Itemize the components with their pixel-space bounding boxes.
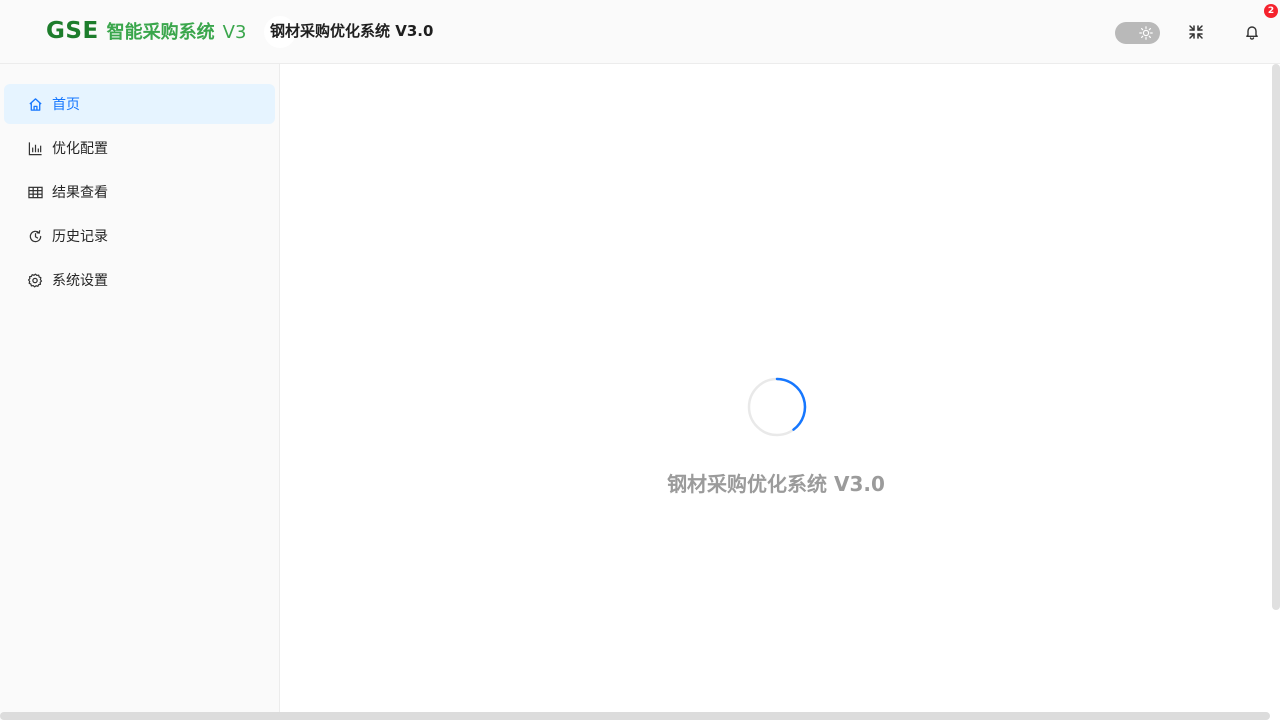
sidebar-item-home[interactable]: 首页 [4, 84, 275, 124]
fullscreen-icon [1188, 24, 1204, 44]
sun-icon [1138, 25, 1154, 41]
page-title: 钢材采购优化系统 V3.0 [270, 22, 434, 40]
sidebar-item-label: 结果查看 [52, 185, 108, 201]
sidebar-item-label: 优化配置 [52, 141, 108, 157]
logo-version: V3 [222, 22, 247, 43]
gear-icon [27, 272, 43, 288]
app-root: GSE 智能采购系统 V3 钢材采购优化系统 V3.0 2 首页 优化配置 结果… [0, 0, 1280, 720]
history-icon [27, 228, 43, 244]
sidebar-item-label: 首页 [52, 97, 80, 113]
bell-icon [1244, 24, 1260, 44]
table-icon [27, 184, 43, 200]
logo-name: 智能采购系统 [106, 22, 215, 43]
notification-button[interactable] [1234, 16, 1270, 52]
fullscreen-button[interactable] [1178, 16, 1214, 52]
loading-spinner-icon [747, 377, 807, 437]
sidebar: 首页 优化配置 结果查看 历史记录 系统设置 [0, 64, 280, 720]
bar-chart-icon [27, 140, 43, 156]
main-content: 钢材采购优化系统 V3.0 [280, 64, 1272, 712]
horizontal-scrollbar[interactable] [0, 712, 1270, 720]
sidebar-item-settings[interactable]: 系统设置 [4, 260, 275, 300]
header-bar: GSE 智能采购系统 V3 钢材采购优化系统 V3.0 2 [0, 0, 1280, 64]
sidebar-item-label: 系统设置 [52, 273, 108, 289]
theme-toggle[interactable] [1115, 22, 1160, 44]
home-icon [27, 96, 43, 112]
vertical-scrollbar[interactable] [1272, 64, 1280, 610]
sidebar-item-history[interactable]: 历史记录 [4, 216, 275, 256]
sidebar-item-optimization-config[interactable]: 优化配置 [4, 128, 275, 168]
loading-text: 钢材采购优化系统 V3.0 [667, 472, 885, 496]
sidebar-item-label: 历史记录 [52, 229, 108, 245]
logo[interactable]: GSE 智能采购系统 V3 [46, 18, 246, 46]
logo-brand: GSE [46, 18, 99, 44]
notification-badge: 2 [1264, 4, 1278, 18]
sidebar-item-results[interactable]: 结果查看 [4, 172, 275, 212]
